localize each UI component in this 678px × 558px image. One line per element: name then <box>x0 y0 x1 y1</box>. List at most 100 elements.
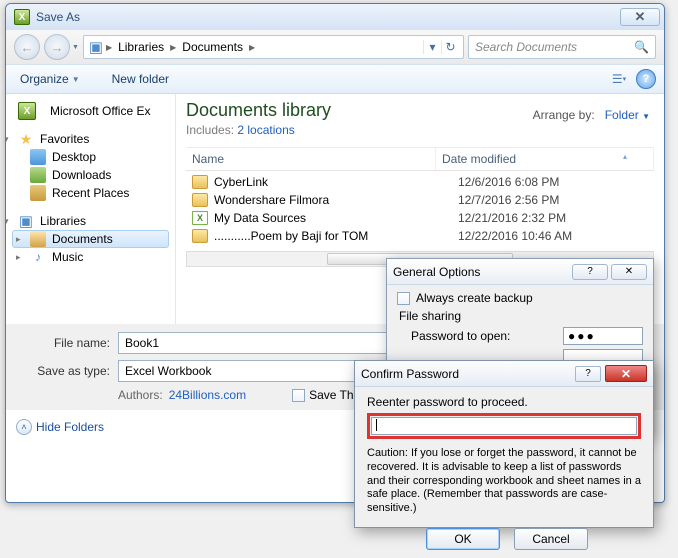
library-icon: ▣ <box>18 213 34 229</box>
help-button[interactable]: ? <box>572 264 608 280</box>
file-date: 12/7/2016 2:56 PM <box>458 193 559 207</box>
star-icon: ★ <box>18 131 34 147</box>
breadcrumb[interactable]: ▣ ▶ Libraries ▶ Documents ▶ ▾↻ <box>83 35 464 59</box>
organize-button[interactable]: Organize▼ <box>14 69 86 89</box>
password-to-open-input[interactable]: ●●● <box>563 327 643 345</box>
tree-favorites[interactable]: ▾ ★ Favorites <box>12 130 169 148</box>
nav-back-button[interactable]: ← <box>14 34 40 60</box>
file-date: 12/6/2016 6:08 PM <box>458 175 559 189</box>
toolbar: Organize▼ New folder ☰▾ ? <box>6 64 664 94</box>
confirm-password-title: Confirm Password <box>361 367 572 381</box>
folder-icon <box>192 193 208 207</box>
breadcrumb-refresh[interactable]: ↻ <box>441 40 459 54</box>
general-options-title: General Options <box>393 265 569 279</box>
nav-history-dropdown[interactable]: ▼ <box>72 44 79 51</box>
folder-icon <box>192 175 208 189</box>
tree-music[interactable]: ▸ ♪Music <box>12 248 169 266</box>
highlight-annotation <box>367 413 641 439</box>
documents-icon <box>30 231 46 247</box>
breadcrumb-segment[interactable]: Libraries <box>114 40 168 54</box>
view-options-button[interactable]: ☰▾ <box>608 69 630 89</box>
general-options-titlebar: General Options ? ✕ <box>387 259 653 285</box>
arrange-by-dropdown[interactable]: Folder ▼ <box>605 108 650 122</box>
search-input[interactable]: Search Documents 🔍 <box>468 35 656 59</box>
password-caution-text: Caution: If you lose or forget the passw… <box>367 447 641 516</box>
file-sharing-label: File sharing <box>399 309 643 323</box>
cancel-button[interactable]: Cancel <box>514 528 588 550</box>
help-button[interactable]: ? <box>575 366 601 382</box>
close-button[interactable]: ✕ <box>611 264 647 280</box>
ok-button[interactable]: OK <box>426 528 500 550</box>
tree-libraries[interactable]: ▾ ▣ Libraries <box>12 212 169 230</box>
window-title: Save As <box>36 10 617 24</box>
password-to-open-label: Password to open: <box>411 329 563 343</box>
nav-forward-button[interactable]: → <box>44 34 70 60</box>
file-list: CyberLink12/6/2016 6:08 PMWondershare Fi… <box>186 173 654 245</box>
nav-tree: X Microsoft Office Ex ▾ ★ Favorites Desk… <box>6 94 176 324</box>
close-icon: ✕ <box>635 9 646 25</box>
reenter-password-input[interactable] <box>371 417 637 435</box>
chevron-right-icon: ▸ <box>16 252 21 263</box>
chevron-right-icon: ▸ <box>16 234 21 245</box>
close-icon: ✕ <box>621 367 631 381</box>
close-button[interactable]: ✕ <box>605 365 647 382</box>
tree-documents[interactable]: ▸ Documents <box>12 230 169 248</box>
chevron-right-icon: ▶ <box>168 43 178 52</box>
chevron-down-icon: ▾ <box>6 216 9 227</box>
includes-link[interactable]: 2 locations <box>237 123 294 137</box>
arrange-by: Arrange by: Folder ▼ <box>533 108 650 122</box>
window-close-button[interactable]: ✕ <box>620 8 660 26</box>
list-item[interactable]: CyberLink12/6/2016 6:08 PM <box>186 173 654 191</box>
excel-file-icon: X <box>192 211 208 225</box>
folder-icon <box>192 229 208 243</box>
column-headers: Name Date modified▴ <box>186 147 654 171</box>
nav-bar: ← → ▼ ▣ ▶ Libraries ▶ Documents ▶ ▾↻ Sea… <box>6 30 664 64</box>
breadcrumb-dropdown[interactable]: ▾ <box>423 40 441 54</box>
always-create-backup-checkbox[interactable]: Always create backup <box>397 291 643 305</box>
hide-folders-button[interactable]: ˄ Hide Folders <box>16 419 104 435</box>
includes-line: Includes: 2 locations <box>186 123 654 137</box>
saveastype-label: Save as type: <box>12 364 118 378</box>
list-item[interactable]: Wondershare Filmora12/7/2016 2:56 PM <box>186 191 654 209</box>
excel-app-icon: X <box>14 9 30 25</box>
recent-icon <box>30 185 46 201</box>
search-placeholder: Search Documents <box>475 40 577 54</box>
music-icon: ♪ <box>30 249 46 265</box>
search-icon: 🔍 <box>634 40 649 54</box>
file-date: 12/22/2016 10:46 AM <box>458 229 572 243</box>
tree-recent[interactable]: Recent Places <box>12 184 169 202</box>
chevron-down-icon: ▼ <box>72 75 80 84</box>
chevron-right-icon: ▶ <box>247 43 257 52</box>
sort-indicator-icon: ▴ <box>623 152 627 166</box>
arrow-right-icon: → <box>51 40 64 55</box>
file-name: CyberLink <box>214 175 458 189</box>
downloads-icon <box>30 167 46 183</box>
tree-downloads[interactable]: Downloads <box>12 166 169 184</box>
authors-link[interactable]: 24Billions.com <box>169 388 246 402</box>
confirm-password-titlebar: Confirm Password ? ✕ <box>355 361 653 387</box>
checkbox-icon <box>397 292 410 305</box>
file-date: 12/21/2016 2:32 PM <box>458 211 566 225</box>
column-name[interactable]: Name <box>186 148 436 170</box>
filename-label: File name: <box>12 336 118 350</box>
file-name: My Data Sources <box>214 211 458 225</box>
library-icon: ▣ <box>88 39 104 55</box>
tree-desktop[interactable]: Desktop <box>12 148 169 166</box>
checkbox-icon <box>292 389 305 402</box>
breadcrumb-segment[interactable]: Documents <box>178 40 247 54</box>
tree-ms-office[interactable]: X Microsoft Office Ex <box>12 102 169 120</box>
chevron-up-icon: ˄ <box>16 419 32 435</box>
column-date[interactable]: Date modified▴ <box>436 148 654 170</box>
file-name: Wondershare Filmora <box>214 193 458 207</box>
list-item[interactable]: ...........Poem by Baji for TOM12/22/201… <box>186 227 654 245</box>
confirm-password-dialog: Confirm Password ? ✕ Reenter password to… <box>354 360 654 528</box>
file-name: ...........Poem by Baji for TOM <box>214 229 458 243</box>
chevron-down-icon: ▾ <box>6 134 9 145</box>
new-folder-button[interactable]: New folder <box>106 69 175 89</box>
list-item[interactable]: X My Data Sources12/21/2016 2:32 PM <box>186 209 654 227</box>
help-button[interactable]: ? <box>636 69 656 89</box>
chevron-right-icon: ▶ <box>104 43 114 52</box>
titlebar: X Save As ✕ <box>6 4 664 30</box>
arrow-left-icon: ← <box>21 40 34 55</box>
excel-icon: X <box>18 102 36 120</box>
